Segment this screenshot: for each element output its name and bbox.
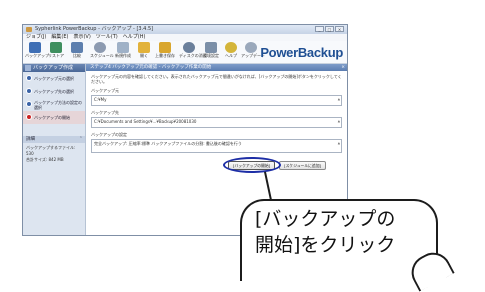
step-icon — [26, 114, 32, 120]
backup-icon — [25, 65, 31, 71]
sidebar: バックアップ作成 バックアップ元の選択 バックアップ先の選択 バックアップ方法の… — [23, 64, 86, 235]
source-field[interactable]: C:¥My ▲ — [91, 95, 342, 106]
scroll-arrow-icon[interactable]: ▲ — [338, 97, 340, 101]
save-icon — [159, 42, 171, 53]
sidebar-item-source[interactable]: バックアップ元の選択 — [23, 72, 85, 85]
toolbar-open-button[interactable]: 開く — [134, 42, 154, 62]
sidebar-item-start[interactable]: バックアップの開始 — [23, 111, 85, 124]
panel-title-label: ステップ4 バックアップ元の確認 - バックアップ作業の開始 — [90, 65, 212, 70]
panel-title: ステップ4 バックアップ元の確認 - バックアップ作業の開始 × — [86, 64, 347, 71]
destination-value: C:¥Documents and Settings¥...¥Backup¥200… — [94, 119, 197, 124]
minimize-button[interactable]: _ — [315, 26, 324, 32]
sidebar-item-destination[interactable]: バックアップ先の選択 — [23, 85, 85, 98]
destination-label: バックアップ先 — [91, 110, 119, 115]
panel-description: バックアップ元の内容を確認してください。表示されたバックアップ元で間違いがなけれ… — [91, 74, 342, 84]
step-icon — [26, 101, 32, 107]
add-schedule-button[interactable]: [スケジュールに追加] — [279, 161, 327, 170]
sidebar-item-label: バックアップ方法の設定の選択 — [34, 99, 82, 110]
sidebar-item-label: バックアップの開始 — [34, 115, 70, 120]
toolbar-settings-button[interactable]: 環境設定 — [201, 42, 221, 62]
toolbar-save-button[interactable]: 上書き保存 — [155, 42, 175, 62]
toolbar: バックアップ リストア 比較 スケジュール 新規作成 開く 上書き保存 ディスク… — [23, 41, 347, 64]
detail-total-size: 合計サイズ: 842 MB — [26, 157, 64, 162]
title-bar: Sypherlink PowerBackup - バックアップ - [3.4.5… — [23, 25, 347, 34]
callout-text: [バックアップの 開始]をクリック — [255, 206, 395, 258]
method-field[interactable]: 完全バックアップ: 圧縮率:標準 バックアップファイルの分割: 書込後の確認を行… — [91, 139, 342, 153]
toolbar-schedule-button[interactable]: スケジュール — [90, 42, 114, 62]
scroll-arrow-icon[interactable]: ▲ — [338, 141, 340, 145]
toolbar-backup-button[interactable]: バックアップ — [25, 42, 49, 62]
close-button[interactable]: × — [335, 26, 344, 32]
menu-tools[interactable]: ツール(T) — [96, 34, 118, 41]
callout-line-2: 開始]をクリック — [255, 234, 396, 256]
restore-icon — [50, 42, 62, 53]
sidebar-item-label: バックアップ元の選択 — [34, 76, 74, 81]
maximize-button[interactable]: □ — [325, 26, 334, 32]
callout-line-1: [バックアップの — [255, 208, 396, 230]
update-icon — [245, 42, 257, 53]
sidebar-item-method[interactable]: バックアップ方法の設定の選択 — [23, 98, 85, 111]
help-icon — [225, 42, 237, 53]
brand-logo: PowerBackup — [260, 45, 343, 60]
toolbar-restore-button[interactable]: リストア — [46, 42, 66, 62]
method-value: 完全バックアップ: 圧縮率:標準 バックアップファイルの分割: 書込後の確認を行… — [94, 141, 242, 146]
source-value: C:¥My — [94, 97, 107, 102]
sidebar-header: バックアップ作成 — [23, 64, 85, 72]
compare-icon — [71, 42, 83, 53]
menu-view[interactable]: 表示(V) — [73, 34, 90, 41]
backup-icon — [29, 42, 41, 53]
toolbar-new-button[interactable]: 新規作成 — [113, 42, 133, 62]
open-folder-icon — [138, 42, 150, 53]
toolbar-compare-button[interactable]: 比較 — [67, 42, 87, 62]
app-icon — [26, 27, 32, 32]
detail-header[interactable]: 詳細 ˄ — [23, 136, 85, 143]
chevron-up-icon: ˄ — [79, 137, 82, 142]
schedule-icon — [94, 42, 106, 53]
toolbar-update-button[interactable]: アップデート — [241, 42, 265, 62]
sidebar-header-label: バックアップ作成 — [33, 65, 74, 71]
close-icon[interactable]: × — [341, 64, 345, 71]
step-icon — [26, 75, 32, 81]
menu-job[interactable]: ジョブ(J) — [26, 34, 46, 41]
menu-edit[interactable]: 編集(E) — [51, 34, 68, 41]
source-label: バックアップ元 — [91, 88, 119, 93]
menu-bar: ジョブ(J) 編集(E) 表示(V) ツール(T) ヘルプ(H) — [23, 34, 347, 41]
disk-erase-icon — [183, 42, 195, 53]
highlight-circle — [223, 157, 281, 173]
step-icon — [26, 88, 32, 94]
toolbar-help-button[interactable]: ヘルプ — [221, 42, 241, 62]
window-title: Sypherlink PowerBackup - バックアップ - [3.4.5… — [35, 26, 154, 32]
detail-body: バックアップするファイル: 530 合計サイズ: 842 MB — [23, 143, 85, 165]
sidebar-item-label: バックアップ先の選択 — [34, 89, 74, 94]
menu-help[interactable]: ヘルプ(H) — [123, 34, 146, 41]
new-icon — [117, 42, 129, 53]
settings-icon — [205, 42, 217, 53]
method-label: バックアップの設定 — [91, 132, 127, 137]
scroll-arrow-icon[interactable]: ▲ — [338, 119, 340, 123]
destination-field[interactable]: C:¥Documents and Settings¥...¥Backup¥200… — [91, 117, 342, 128]
detail-header-label: 詳細 — [26, 137, 35, 142]
toolbar-disk-erase-button[interactable]: ディスクの消去 — [179, 42, 207, 62]
detail-file-count: バックアップするファイル: 530 — [26, 145, 76, 156]
